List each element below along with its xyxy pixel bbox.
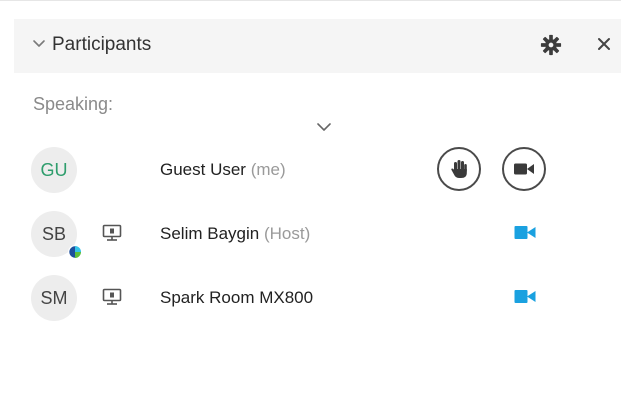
video-camera-icon bbox=[514, 163, 534, 175]
participant-name-text: Selim Baygin bbox=[160, 224, 260, 243]
chevron-down-icon[interactable] bbox=[32, 37, 46, 51]
screen-share-icon bbox=[102, 224, 122, 241]
participant-name: Selim Baygin (Host) bbox=[160, 224, 310, 244]
participant-name: Guest User (me) bbox=[160, 160, 286, 180]
participant-row-selim-baygin[interactable]: SB Selim Baygin (Host) bbox=[0, 211, 621, 263]
speaking-label: Speaking: bbox=[33, 94, 114, 114]
panel-title[interactable]: Participants bbox=[52, 34, 151, 56]
chevron-down-icon[interactable] bbox=[316, 121, 332, 133]
video-button[interactable] bbox=[502, 147, 546, 191]
participants-header: Participants bbox=[14, 19, 621, 73]
presence-badge-icon bbox=[68, 245, 82, 259]
participant-name-text: Spark Room MX800 bbox=[160, 288, 314, 307]
participant-role: (me) bbox=[250, 160, 286, 179]
participant-name-text: Guest User bbox=[160, 160, 246, 179]
participant-role: (Host) bbox=[263, 224, 311, 243]
participant-row-spark-room[interactable]: SM Spark Room MX800 bbox=[0, 275, 621, 327]
video-camera-icon[interactable] bbox=[514, 225, 536, 240]
raise-hand-icon bbox=[451, 160, 467, 178]
raise-hand-button[interactable] bbox=[437, 147, 481, 191]
participant-row-guest-user[interactable]: GU Guest User (me) bbox=[0, 147, 621, 199]
close-icon[interactable] bbox=[594, 34, 614, 54]
participants-panel: Participants Speaking: GU Guest User (me… bbox=[0, 0, 621, 408]
avatar: GU bbox=[31, 147, 77, 193]
screen-share-icon bbox=[102, 288, 122, 305]
avatar: SM bbox=[31, 275, 77, 321]
video-camera-icon[interactable] bbox=[514, 289, 536, 304]
participant-name: Spark Room MX800 bbox=[160, 288, 313, 308]
gear-icon[interactable] bbox=[540, 34, 562, 56]
